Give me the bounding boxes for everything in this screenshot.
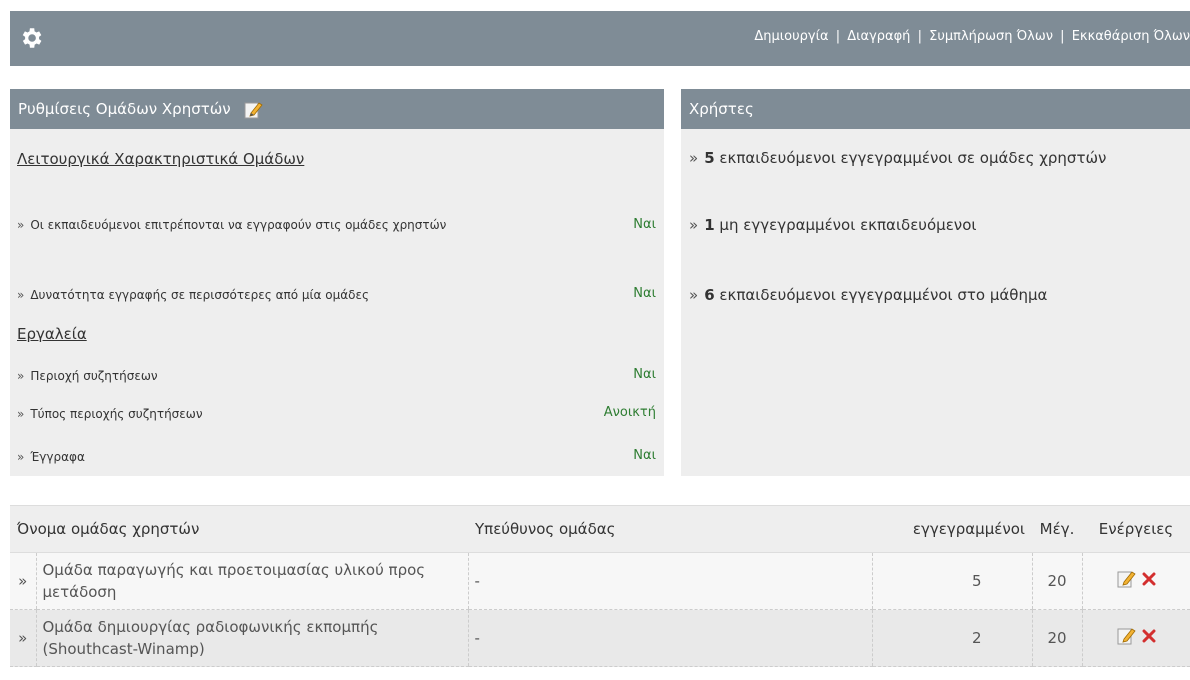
group-actions	[1081, 609, 1190, 667]
feature-value: Ναι	[633, 286, 656, 301]
group-name-link[interactable]: Ομάδα παραγωγής και προετοιμασίας υλικού…	[35, 552, 468, 610]
header-actions: Ενέργειες	[1082, 505, 1190, 553]
feature-item: » Οι εκπαιδευόμενοι επιτρέπονται να εγγρα…	[17, 218, 447, 232]
feature-value: Ναι	[633, 367, 656, 382]
header-registered: εγγεγραμμένοι	[872, 505, 1032, 553]
feature-item: » Έγγραφα	[17, 450, 85, 464]
arrow-icon: »	[17, 407, 25, 421]
group-tutor: -	[467, 552, 872, 610]
feature-item: » Περιοχή συζητήσεων	[17, 369, 158, 383]
pencil-edit-icon[interactable]	[1116, 569, 1136, 589]
group-settings-panel: Ρυθμίσεις Ομάδων Χρηστών Λειτουργικά Χαρ…	[10, 89, 664, 476]
top-toolbar: Δημιουργία | Διαγραφή | Συμπλήρωση Όλων …	[10, 11, 1190, 66]
separator: |	[835, 29, 841, 44]
pencil-edit-icon[interactable]	[243, 100, 264, 120]
stat-count: 1	[704, 216, 715, 234]
arrow-icon: »	[17, 288, 25, 302]
delete-link[interactable]: Διαγραφή	[847, 29, 910, 44]
fill-all-link[interactable]: Συμπλήρωση Όλων	[929, 29, 1053, 44]
group-max: 20	[1031, 552, 1082, 610]
clear-all-link[interactable]: Εκκαθάριση Όλων	[1072, 29, 1190, 44]
user-stat: » 1 μη εγγεγραμμένοι εκπαιδευόμενοι	[689, 216, 977, 234]
group-registered: 5	[871, 552, 1032, 610]
red-x-delete-icon[interactable]	[1142, 629, 1156, 643]
group-actions	[1081, 552, 1190, 610]
arrow-icon: »	[689, 216, 699, 234]
feature-value: Ανοικτή	[603, 405, 656, 420]
toolbar-links: Δημιουργία | Διαγραφή | Συμπλήρωση Όλων …	[754, 29, 1190, 44]
group-registered: 2	[871, 609, 1032, 667]
section-title-tools: Εργαλεία	[17, 325, 87, 343]
arrow-icon: »	[10, 609, 36, 667]
section-title-features: Λειτουργικά Χαρακτηριστικά Ομάδων	[17, 150, 305, 168]
table-header-row: Όνομα ομάδας χρηστών Υπεύθυνος ομάδας εγ…	[10, 505, 1190, 553]
group-max: 20	[1031, 609, 1082, 667]
arrow-icon: »	[689, 149, 699, 167]
feature-item: » Τύπος περιοχής συζητήσεων	[17, 407, 203, 421]
arrow-icon: »	[10, 552, 36, 610]
header-tutor: Υπεύθυνος ομάδας	[468, 505, 872, 553]
feature-item: » Δυνατότητα εγγραφής σε περισσότερες από…	[17, 288, 370, 302]
stat-count: 5	[704, 149, 715, 167]
gear-icon[interactable]	[18, 25, 44, 51]
arrow-icon: »	[17, 369, 25, 383]
group-name-link[interactable]: Ομάδα δημιουργίας ραδιοφωνικής εκπομπής …	[35, 609, 468, 667]
panel-title: Ρυθμίσεις Ομάδων Χρηστών	[18, 100, 231, 118]
arrow-icon: »	[17, 218, 25, 232]
panel-header: Χρήστες	[681, 89, 1190, 129]
user-stat: » 5 εκπαιδευόμενοι εγγεγραμμένοι σε ομάδε…	[689, 149, 1107, 167]
users-panel: Χρήστες » 5 εκπαιδευόμενοι εγγεγραμμένοι …	[681, 89, 1190, 476]
header-group-name: Όνομα ομάδας χρηστών	[10, 505, 468, 553]
header-max: Μέγ.	[1032, 505, 1082, 553]
feature-value: Ναι	[633, 217, 656, 232]
groups-table: Όνομα ομάδας χρηστών Υπεύθυνος ομάδας εγ…	[10, 505, 1190, 667]
panel-title: Χρήστες	[689, 100, 754, 118]
red-x-delete-icon[interactable]	[1142, 572, 1156, 586]
feature-value: Ναι	[633, 448, 656, 463]
table-row: » Ομάδα δημιουργίας ραδιοφωνικής εκπομπή…	[10, 609, 1190, 667]
pencil-edit-icon[interactable]	[1116, 626, 1136, 646]
create-link[interactable]: Δημιουργία	[754, 29, 828, 44]
panel-header: Ρυθμίσεις Ομάδων Χρηστών	[10, 89, 664, 129]
stat-count: 6	[704, 286, 715, 304]
separator: |	[917, 29, 922, 44]
arrow-icon: »	[689, 286, 699, 304]
arrow-icon: »	[17, 450, 25, 464]
table-row: » Ομάδα παραγωγής και προετοιμασίας υλικ…	[10, 552, 1190, 610]
separator: |	[1060, 29, 1065, 44]
group-tutor: -	[467, 609, 872, 667]
user-stat: » 6 εκπαιδευόμενοι εγγεγραμμένοι στο μάθη…	[689, 286, 1048, 304]
